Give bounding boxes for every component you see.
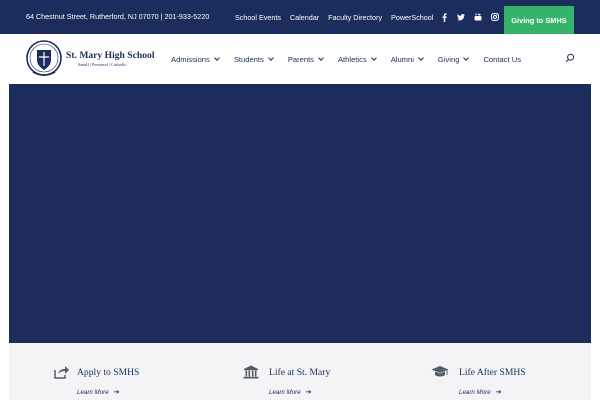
nav-item-admissions[interactable]: Admissions [171, 54, 220, 64]
learn-more-label: Learn More [269, 388, 301, 396]
giving-button[interactable]: Giving to SMHS [504, 6, 574, 34]
arrow-right-icon: ➔ [113, 388, 120, 396]
top-link-faculty-directory[interactable]: Faculty Directory [328, 13, 382, 22]
chevron-down-icon [213, 55, 220, 61]
nav-item-label: Contact Us [483, 54, 521, 64]
nav-item-label: Students [233, 54, 264, 64]
chevron-down-icon [463, 55, 470, 61]
twitter-icon[interactable] [457, 12, 465, 22]
site-header: St. Mary High School Small | Personal | … [0, 34, 600, 84]
facebook-icon[interactable] [440, 12, 448, 22]
nav-item-label: Alumni [390, 54, 414, 64]
nav-item-parents[interactable]: Parents [287, 54, 324, 64]
nav-item-label: Admissions [171, 54, 210, 64]
youtube-icon[interactable] [474, 12, 482, 22]
nav-item-label: Giving [437, 54, 460, 64]
institution-icon [243, 365, 259, 379]
top-link-calendar[interactable]: Calendar [290, 13, 319, 22]
nav-item-label: Athletics [337, 54, 367, 64]
learn-more-label: Learn More [459, 388, 491, 396]
feature-title: Life After SMHS [459, 367, 526, 378]
learn-more-link[interactable]: Learn More ➔ [77, 388, 120, 396]
arrow-right-icon: ➔ [495, 388, 502, 396]
nav-item-label: Parents [287, 54, 314, 64]
nav-item-giving[interactable]: Giving [437, 54, 470, 64]
feature-title: Apply to SMHS [77, 367, 140, 378]
crest-icon [26, 40, 62, 76]
learn-more-label: Learn More [77, 388, 109, 396]
nav-item-students[interactable]: Students [233, 54, 274, 64]
feature-strip: Apply to SMHS Learn More ➔ Life at St. M… [9, 343, 591, 400]
learn-more-link[interactable]: Learn More ➔ [269, 388, 312, 396]
school-logo[interactable]: St. Mary High School Small | Personal | … [26, 38, 154, 80]
learn-more-link[interactable]: Learn More ➔ [459, 388, 502, 396]
chevron-down-icon [318, 55, 324, 61]
arrow-right-icon: ➔ [305, 388, 312, 396]
hero-banner [9, 84, 591, 343]
share-icon [54, 366, 69, 379]
feature-title: Life at St. Mary [269, 367, 331, 378]
logo-school-name: St. Mary High School [66, 50, 155, 61]
instagram-icon[interactable] [491, 12, 499, 22]
social-links [440, 0, 508, 34]
chevron-down-icon [267, 55, 274, 61]
main-nav: Admissions Students Parents Athletics Al… [171, 34, 536, 84]
top-link-school-events[interactable]: School Events [235, 13, 281, 22]
graduation-cap-icon [431, 366, 449, 377]
top-bar: 64 Chestnut Street, Rutherford, NJ 07070… [0, 0, 600, 34]
nav-item-athletics[interactable]: Athletics [337, 54, 377, 64]
school-address: 64 Chestnut Street, Rutherford, NJ 07070… [26, 12, 210, 21]
nav-item-contact-us[interactable]: Contact Us [483, 55, 521, 64]
chevron-down-icon [418, 55, 424, 61]
logo-tagline: Small | Personal | Catholic [78, 62, 127, 67]
top-link-powerschool[interactable]: PowerSchool [391, 13, 433, 22]
search-icon[interactable] [565, 53, 575, 63]
top-links: School Events Calendar Faculty Directory… [235, 0, 442, 34]
chevron-down-icon [370, 55, 377, 61]
nav-item-alumni[interactable]: Alumni [390, 54, 424, 64]
